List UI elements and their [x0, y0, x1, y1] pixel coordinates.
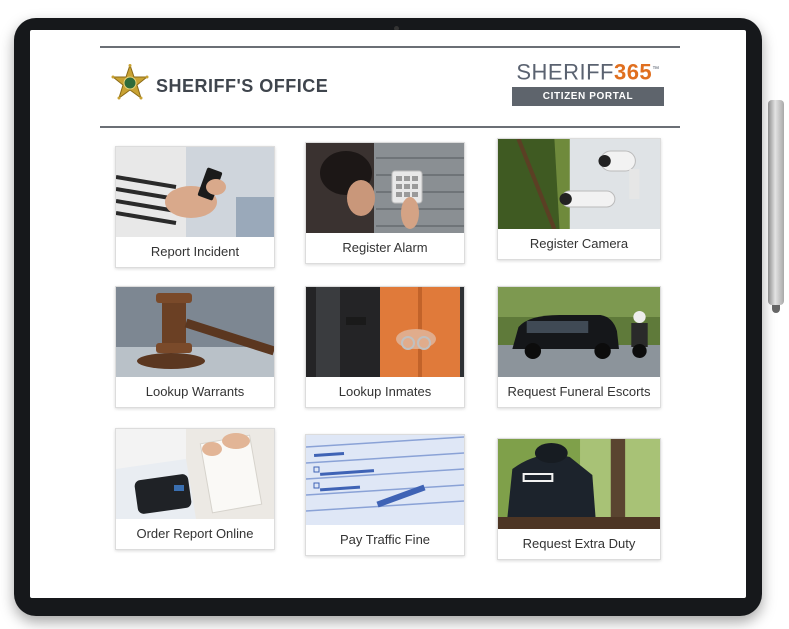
sheriff365-logo: SHERIFF365™ CITIZEN PORTAL	[512, 58, 664, 107]
tile-lookup-inmates[interactable]: Lookup Inmates	[305, 286, 465, 408]
tile-register-alarm[interactable]: Register Alarm	[305, 142, 465, 264]
citizen-portal-label: CITIZEN PORTAL	[512, 87, 664, 107]
tile-pay-traffic-fine[interactable]: Pay Traffic Fine	[305, 434, 465, 556]
stylus-pen	[768, 100, 784, 305]
sheriff-star-badge-icon	[111, 64, 149, 100]
tile-label: Report Incident	[150, 244, 240, 259]
tile-label: Pay Traffic Fine	[339, 532, 431, 547]
tile-label: Lookup Inmates	[338, 384, 432, 399]
tile-report-incident[interactable]: Report Incident	[115, 146, 275, 268]
tile-request-extra-duty[interactable]: Request Extra Duty	[497, 438, 661, 560]
brand-trademark: ™	[652, 66, 660, 73]
brand-word: SHERIFF	[516, 59, 614, 85]
tile-label: Order Report Online	[136, 526, 254, 541]
tile-label: Lookup Warrants	[145, 384, 245, 399]
brand-number: 365	[613, 59, 653, 85]
tile-label: Request Extra Duty	[522, 536, 636, 551]
tile-order-report-online[interactable]: Order Report Online	[115, 428, 275, 550]
funeral-motorcade-image	[498, 287, 660, 377]
tile-register-camera[interactable]: Register Camera	[497, 138, 661, 260]
tile-label: Register Alarm	[342, 240, 428, 255]
police-officer-back-image	[498, 439, 660, 529]
portal-header: SHERIFF'S OFFICE SHERIFF365™ CITIZEN POR…	[100, 46, 680, 128]
sheriffs-office-title: SHERIFF'S OFFICE	[156, 76, 329, 96]
traffic-citation-image	[306, 435, 464, 525]
tile-lookup-warrants[interactable]: Lookup Warrants	[115, 286, 275, 408]
handcuffed-inmate-image	[306, 287, 464, 377]
tile-request-funeral-escorts[interactable]: Request Funeral Escorts	[497, 286, 661, 408]
tile-label: Request Funeral Escorts	[507, 384, 651, 399]
hands-phone-image	[116, 147, 274, 237]
security-camera-image	[498, 139, 660, 229]
screen: SHERIFF'S OFFICE SHERIFF365™ CITIZEN POR…	[30, 30, 746, 598]
stylus-tip	[772, 305, 780, 313]
gavel-image	[116, 287, 274, 377]
alarm-keypad-image	[306, 143, 464, 233]
tile-label: Register Camera	[529, 236, 629, 251]
officer-reading-report-image	[116, 429, 274, 519]
